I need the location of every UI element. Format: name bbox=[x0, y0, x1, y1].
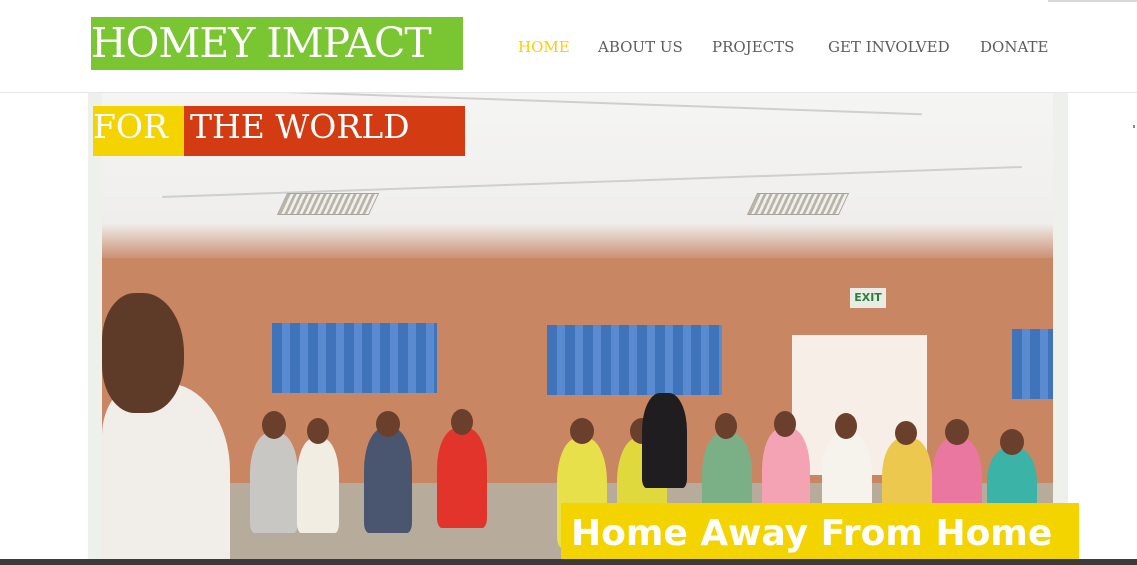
person-head bbox=[945, 419, 969, 445]
person-head bbox=[570, 418, 594, 444]
seated-person bbox=[364, 428, 412, 533]
tagline-the-world: THE WORLD bbox=[184, 106, 465, 156]
seated-person bbox=[250, 433, 298, 533]
person-head bbox=[451, 409, 473, 435]
slide-caption: Home Away From Home bbox=[561, 503, 1079, 559]
exit-sign: EXIT bbox=[850, 288, 886, 308]
nav-projects[interactable]: PROJECTS bbox=[712, 38, 794, 56]
nav-get-involved[interactable]: GET INVOLVED bbox=[828, 38, 950, 56]
hero-slider[interactable]: EXIT bbox=[88, 93, 1068, 559]
standing-person bbox=[642, 393, 687, 488]
person-head bbox=[1000, 429, 1024, 455]
tagline-for: FOR bbox=[93, 106, 184, 156]
ceiling-light bbox=[746, 193, 850, 215]
person-head bbox=[262, 411, 286, 439]
person-head bbox=[307, 418, 329, 444]
nav-donate[interactable]: DONATE bbox=[980, 38, 1048, 56]
ceiling-light bbox=[276, 193, 380, 215]
site-header: HOMEY IMPACT HOME ABOUT US PROJECTS GET … bbox=[0, 0, 1137, 93]
nav-about-us[interactable]: ABOUT US bbox=[598, 38, 683, 56]
bottom-bar bbox=[0, 559, 1137, 565]
speaker-shirt bbox=[102, 383, 230, 559]
window-curtain bbox=[272, 323, 437, 393]
speaker-head bbox=[102, 293, 184, 413]
edge-marker bbox=[1133, 125, 1135, 128]
person-head bbox=[895, 421, 917, 445]
nav-home[interactable]: HOME bbox=[518, 38, 570, 56]
person-head bbox=[774, 411, 796, 437]
hero-photo: EXIT bbox=[102, 93, 1053, 559]
window-curtain bbox=[547, 325, 722, 395]
seated-person bbox=[297, 438, 339, 533]
person-head bbox=[715, 413, 737, 439]
person-head bbox=[376, 411, 400, 437]
header-divider bbox=[1048, 0, 1137, 2]
seated-person bbox=[437, 428, 487, 528]
site-logo[interactable]: HOMEY IMPACT bbox=[91, 17, 463, 70]
window-curtain bbox=[1012, 329, 1053, 399]
person-head bbox=[835, 413, 857, 439]
